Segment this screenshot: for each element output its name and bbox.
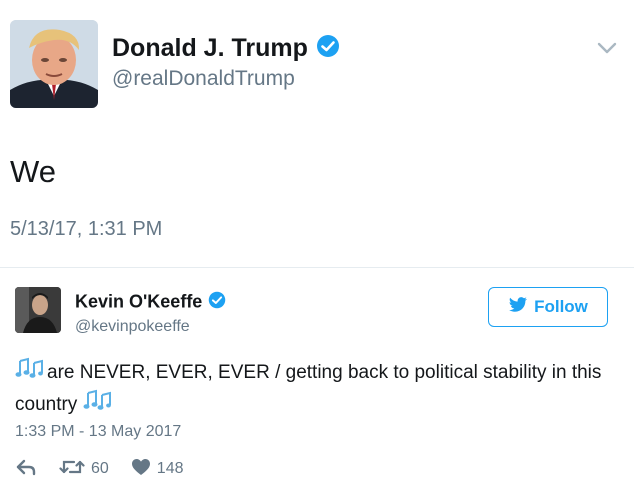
author-name-text[interactable]: Donald J. Trump: [112, 34, 308, 62]
profile-photo-icon: [10, 20, 98, 108]
chevron-down-icon[interactable]: [596, 40, 618, 56]
tweet-timestamp[interactable]: 5/13/17, 1:31 PM: [10, 218, 162, 241]
tweet-text: are NEVER, EVER, EVER / getting back to …: [15, 357, 615, 421]
reply-button[interactable]: [15, 458, 37, 481]
follow-label: Follow: [534, 297, 588, 316]
music-note-icon: [15, 357, 43, 389]
author-name-text[interactable]: Kevin O'Keeffe: [75, 291, 202, 311]
reply-icon: [15, 458, 37, 481]
avatar[interactable]: [10, 20, 98, 108]
music-note-icon: [83, 389, 112, 421]
author-handle[interactable]: @kevinpokeeffe: [75, 318, 190, 336]
follow-button[interactable]: Follow: [488, 287, 608, 327]
tweet-actions: 60 148: [15, 458, 206, 480]
retweet-count: 60: [91, 460, 109, 477]
profile-photo-icon: [15, 287, 61, 333]
avatar[interactable]: [15, 287, 61, 333]
like-button[interactable]: 148: [131, 458, 184, 481]
divider: [0, 267, 634, 268]
verified-badge-icon: [316, 34, 340, 65]
verified-badge-icon: [208, 291, 226, 314]
heart-icon: [131, 458, 151, 481]
tweet-timestamp[interactable]: 1:33 PM - 13 May 2017: [15, 423, 181, 441]
like-count: 148: [156, 460, 184, 477]
twitter-bird-icon: [508, 296, 528, 318]
author-name[interactable]: Kevin O'Keeffe: [75, 291, 226, 314]
author-name[interactable]: Donald J. Trump: [112, 34, 340, 65]
retweet-icon: [59, 458, 85, 481]
retweet-button[interactable]: 60: [59, 458, 109, 481]
main-tweet-card: Donald J. Trump @realDonaldTrump We 5/13…: [0, 0, 634, 267]
author-handle[interactable]: @realDonaldTrump: [112, 67, 295, 91]
tweet-text: We: [10, 154, 56, 189]
